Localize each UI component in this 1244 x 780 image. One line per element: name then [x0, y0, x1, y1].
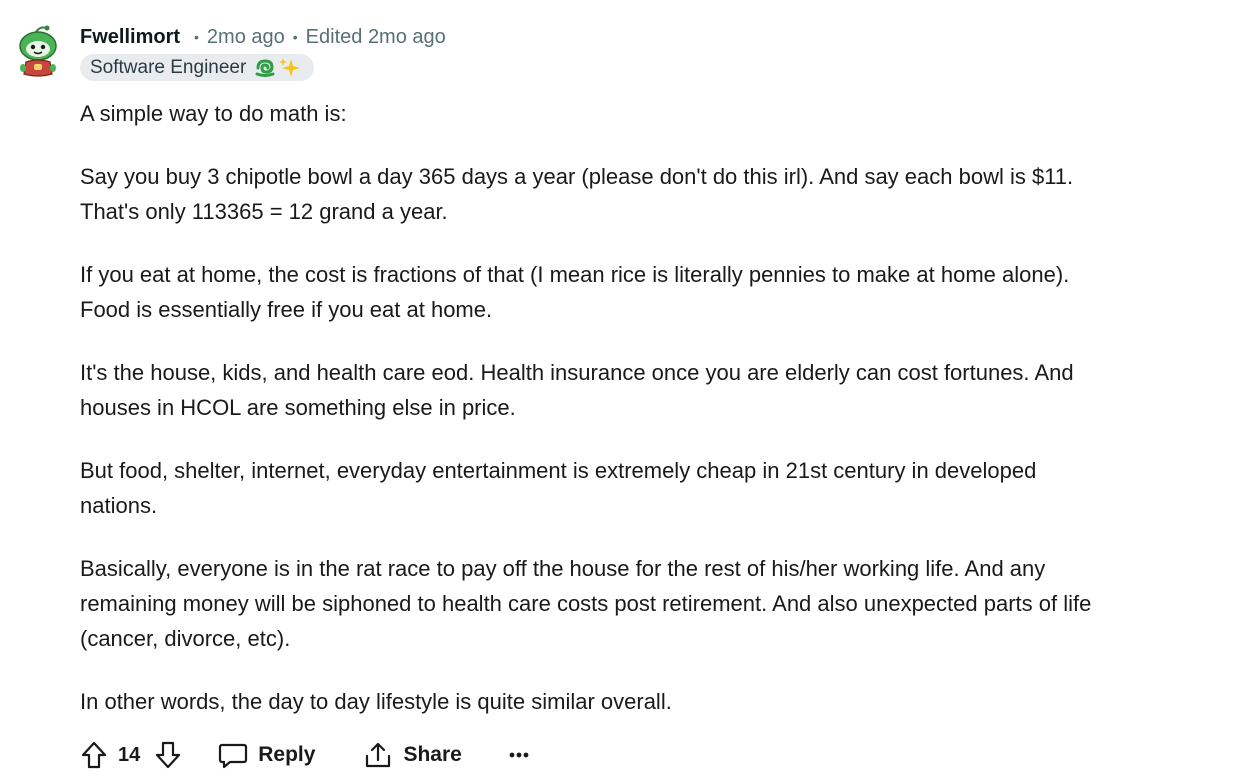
share-button[interactable]: Share [363, 740, 462, 770]
posted-time[interactable]: 2mo ago [207, 26, 285, 49]
share-icon [363, 740, 393, 770]
comment-paragraph: Say you buy 3 chipotle bowl a day 365 da… [80, 164, 1074, 224]
reply-label: Reply [258, 743, 316, 766]
avatar[interactable] [14, 24, 62, 80]
meta-separator: • [194, 29, 199, 45]
vote-controls: 14 [80, 740, 182, 770]
avatar-snoo-icon [19, 25, 57, 77]
comment-header: Fwellimort • 2mo ago • Edited 2mo ago [80, 24, 446, 50]
downvote-button[interactable] [154, 740, 182, 770]
comment-paragraph: Basically, everyone is in the rat race t… [80, 556, 1092, 651]
more-dots-icon [508, 751, 530, 759]
arrow-up-icon [81, 741, 107, 769]
comment-paragraph: If you eat at home, the cost is fraction… [80, 262, 1070, 322]
comment-paragraph: But food, shelter, internet, everyday en… [80, 458, 1037, 518]
reply-button[interactable]: Reply [218, 741, 315, 769]
green-swirl-icon [254, 58, 276, 78]
arrow-down-icon [156, 741, 181, 769]
meta-separator: • [292, 29, 298, 45]
upvote-button[interactable] [80, 740, 108, 770]
comment-paragraph: It's the house, kids, and health care eo… [80, 360, 1074, 420]
comment-body: A simple way to do math is: Say you buy … [80, 96, 1230, 747]
comment-paragraph: In other words, the day to day lifestyle… [80, 689, 672, 714]
vote-count: 14 [118, 743, 141, 766]
comment-action-bar: 14 Reply Share [80, 736, 530, 774]
more-options-button[interactable] [508, 751, 530, 759]
user-flair: Software Engineer [80, 54, 315, 81]
flair-text: Software Engineer [90, 56, 247, 78]
speech-bubble-icon [218, 741, 248, 769]
author-name[interactable]: Fwellimort [80, 26, 180, 49]
sparkles-icon [278, 57, 302, 79]
share-label: Share [403, 743, 462, 766]
edited-time: Edited 2mo ago [305, 25, 446, 48]
comment-paragraph: A simple way to do math is: [80, 101, 347, 126]
